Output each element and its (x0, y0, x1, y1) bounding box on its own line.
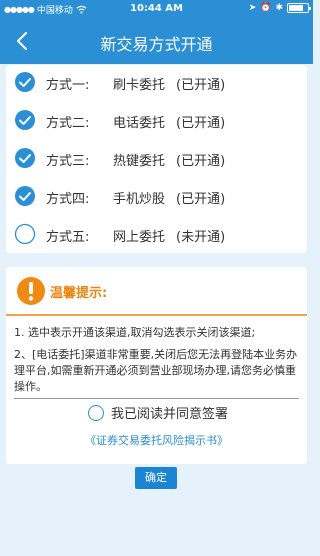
trade-methods-card: 方式一: 刷卡委托 (已开通) 方式二: 电话委托 (已开通) 方式三: 热键委… (6, 65, 307, 253)
checked-circle-icon[interactable] (14, 147, 36, 169)
unchecked-circle-icon[interactable] (14, 223, 36, 245)
method-row-2[interactable]: 方式二: 电话委托 (已开通) (6, 103, 307, 140)
agree-checkbox-row[interactable]: 我已阅读并同意签署 (88, 403, 228, 422)
method-status: (已开通) (176, 192, 226, 207)
method-status: (未开通) (176, 230, 226, 245)
agree-divider (14, 398, 299, 399)
method-service: 电话委托 (113, 116, 166, 131)
notice-line-2: 2、[电话委托]渠道非常重要,关闭后您无法再登陆本业务办理平台,如需重新开通必须… (14, 348, 298, 393)
exclamation-icon (17, 277, 45, 305)
method-status: (已开通) (176, 154, 226, 169)
method-service: 刷卡委托 (113, 78, 166, 93)
risk-disclosure-link[interactable]: 《证券交易委托风险揭示书》 (6, 432, 307, 448)
agree-radio[interactable] (88, 404, 104, 421)
method-name: 方式二: (46, 116, 90, 131)
confirm-button[interactable]: 确定 (135, 467, 177, 489)
checked-circle-icon[interactable] (14, 109, 36, 131)
page-title: 新交易方式开通 (100, 35, 213, 54)
nav-bar: 新交易方式开通 (0, 20, 313, 64)
notice-divider (6, 314, 307, 316)
method-name: 方式一: (46, 78, 90, 93)
method-row-1[interactable]: 方式一: 刷卡委托 (已开通) (6, 65, 307, 102)
method-service: 网上委托 (113, 230, 166, 245)
bluetooth-icon: ✱ (275, 3, 283, 13)
notice-card: 温馨提示: 1. 选中表示开通该渠道,取消勾选表示关闭该渠道; 2、[电话委托]… (6, 267, 307, 464)
method-row-3[interactable]: 方式三: 热键委托 (已开通) (6, 141, 307, 178)
method-row-4[interactable]: 方式四: 手机炒股 (已开通) (6, 179, 307, 216)
checked-circle-icon[interactable] (14, 71, 36, 93)
notice-line-1: 1. 选中表示开通该渠道,取消勾选表示关闭该渠道; (14, 326, 256, 339)
method-service: 热键委托 (113, 154, 166, 169)
notice-title: 温馨提示: (50, 286, 108, 301)
location-icon: ➤ (248, 3, 257, 13)
method-name: 方式四: (46, 192, 90, 207)
status-right: ➤ ⏰ ✱ (248, 3, 311, 13)
method-service: 手机炒股 (113, 192, 166, 207)
checked-circle-icon[interactable] (14, 185, 36, 207)
method-status: (已开通) (176, 116, 226, 131)
battery-level (289, 5, 303, 11)
method-name: 方式五: (46, 230, 90, 245)
agree-label: 我已阅读并同意签署 (111, 407, 229, 422)
alarm-icon: ⏰ (260, 3, 272, 13)
method-name: 方式三: (46, 154, 90, 169)
method-row-5[interactable]: 方式五: 网上委托 (未开通) (6, 217, 307, 254)
header: ●●●●● 中国移动 10:44 AM ➤ ⏰ ✱ 新交易方式开通 (0, 0, 313, 64)
method-status: (已开通) (176, 78, 226, 93)
battery-icon (287, 3, 311, 13)
status-bar: ●●●●● 中国移动 10:44 AM ➤ ⏰ ✱ (0, 0, 313, 20)
